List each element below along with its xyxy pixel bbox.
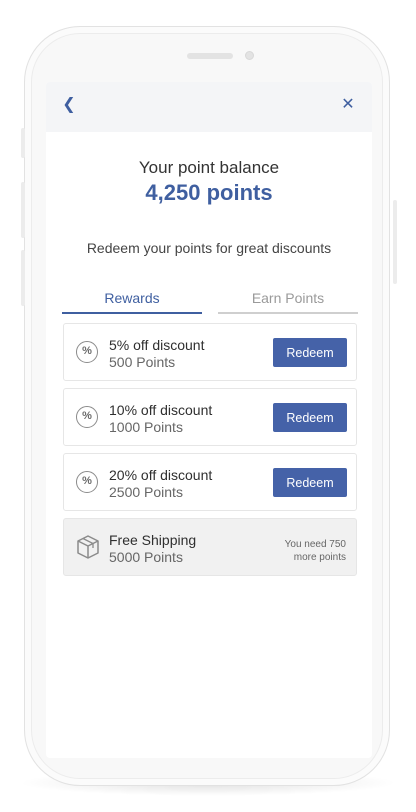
redeem-button[interactable]: Redeem bbox=[273, 403, 347, 432]
reward-points: 500 Points bbox=[109, 354, 176, 370]
close-icon[interactable]: ✕ bbox=[337, 94, 359, 116]
tab-earn-points[interactable]: Earn Points bbox=[218, 290, 358, 314]
app-screen: ❮ ✕ Your point balance 4,250 points Rede… bbox=[46, 82, 372, 758]
top-bar: ❮ ✕ bbox=[46, 82, 372, 132]
balance-title: Your point balance bbox=[138, 158, 280, 177]
reward-card: % 10% off discount 1000 Points Redeem bbox=[63, 388, 357, 446]
package-icon bbox=[77, 535, 99, 559]
redeem-button[interactable]: Redeem bbox=[273, 338, 347, 367]
reward-title: Free Shipping bbox=[109, 532, 197, 548]
redeem-button[interactable]: Redeem bbox=[273, 468, 347, 497]
reward-points: 2500 Points bbox=[109, 484, 183, 500]
phone-side-button bbox=[21, 128, 25, 158]
tab-rewards[interactable]: Rewards bbox=[62, 290, 202, 314]
phone-camera bbox=[245, 51, 254, 60]
phone-power-button bbox=[393, 200, 397, 284]
reward-title: 20% off discount bbox=[109, 467, 213, 483]
phone-volume-down bbox=[21, 250, 25, 306]
reward-title: 10% off discount bbox=[109, 402, 213, 418]
reward-points: 5000 Points bbox=[109, 549, 183, 565]
points-needed-note: You need 750 more points bbox=[236, 538, 346, 564]
reward-points: 1000 Points bbox=[109, 419, 183, 435]
points-needed-line: You need 750 bbox=[284, 539, 346, 550]
phone-speaker bbox=[187, 53, 233, 59]
reward-card: % 5% off discount 500 Points Redeem bbox=[63, 323, 357, 381]
reward-title: 5% off discount bbox=[109, 337, 205, 353]
phone-volume-up bbox=[21, 182, 25, 238]
points-balance: 4,250 points bbox=[145, 180, 273, 205]
percent-icon: % bbox=[76, 471, 98, 493]
points-needed-line: more points bbox=[293, 552, 346, 563]
reward-card: % 20% off discount 2500 Points Redeem bbox=[63, 453, 357, 511]
reward-card-locked: Free Shipping 5000 Points You need 750 m… bbox=[63, 518, 357, 576]
percent-icon: % bbox=[76, 406, 98, 428]
redeem-subtitle: Redeem your points for great discounts bbox=[86, 240, 332, 256]
chevron-left-icon[interactable]: ❮ bbox=[58, 94, 80, 116]
percent-icon: % bbox=[76, 341, 98, 363]
